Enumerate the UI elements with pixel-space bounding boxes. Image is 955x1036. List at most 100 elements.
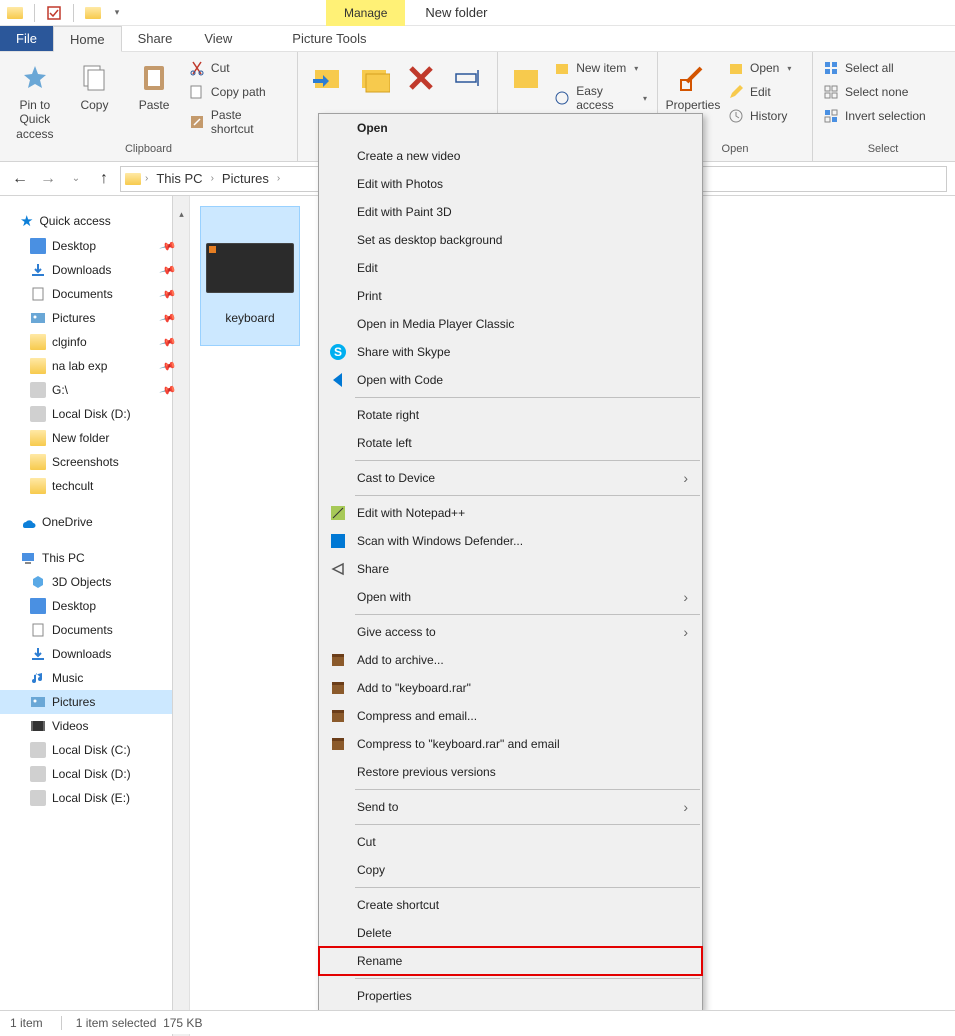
sidebar-item-desktop-pc[interactable]: Desktop (0, 594, 189, 618)
properties-qat-icon[interactable] (45, 4, 63, 22)
sidebar-item-pictures-qa[interactable]: Pictures📌 (0, 306, 189, 330)
qat-dropdown-icon[interactable]: ▾ (108, 4, 126, 22)
ctx-edit-photos[interactable]: Edit with Photos (319, 170, 702, 198)
sidebar-item-videos[interactable]: Videos (0, 714, 189, 738)
copy-button[interactable]: Copy (66, 56, 124, 112)
ctx-open-mpc[interactable]: Open in Media Player Classic (319, 310, 702, 338)
move-to-button[interactable] (304, 56, 349, 98)
sidebar-item-techcult[interactable]: techcult (0, 474, 189, 498)
delete-button[interactable] (399, 56, 444, 98)
scroll-up-icon[interactable]: ▴ (174, 210, 189, 219)
ctx-create-shortcut[interactable]: Create shortcut (319, 891, 702, 919)
ctx-cast[interactable]: Cast to Device› (319, 464, 702, 492)
properties-button[interactable]: Properties (664, 56, 722, 112)
sidebar-item-documents[interactable]: Documents📌 (0, 282, 189, 306)
cut-button[interactable]: Cut (185, 58, 291, 78)
sidebar-item-this-pc[interactable]: This PC (0, 546, 189, 570)
ctx-restore-versions[interactable]: Restore previous versions (319, 758, 702, 786)
sidebar-item-desktop[interactable]: Desktop📌 (0, 234, 189, 258)
ctx-compress-email[interactable]: Compress and email... (319, 702, 702, 730)
ctx-delete[interactable]: Delete (319, 919, 702, 947)
new-folder-button[interactable] (504, 56, 548, 98)
sidebar-item-music[interactable]: Music (0, 666, 189, 690)
sidebar-item-local-e[interactable]: Local Disk (E:) (0, 786, 189, 810)
ctx-rotate-right[interactable]: Rotate right (319, 401, 702, 429)
ctx-copy[interactable]: Copy (319, 856, 702, 884)
navigation-pane[interactable]: ▴ ★Quick access Desktop📌 Downloads📌 Docu… (0, 196, 190, 1036)
copy-path-button[interactable]: Copy path (185, 82, 291, 102)
sidebar-item-local-d-pc[interactable]: Local Disk (D:) (0, 762, 189, 786)
sidebar-item-clginfo[interactable]: clginfo📌 (0, 330, 189, 354)
ctx-add-rar[interactable]: Add to "keyboard.rar" (319, 674, 702, 702)
ctx-create-video[interactable]: Create a new video (319, 142, 702, 170)
edit-button[interactable]: Edit (724, 82, 795, 102)
tab-file[interactable]: File (0, 26, 53, 51)
sidebar-item-onedrive[interactable]: OneDrive (0, 510, 189, 534)
ctx-share[interactable]: Share (319, 555, 702, 583)
ctx-print[interactable]: Print (319, 282, 702, 310)
sidebar-item-downloads-pc[interactable]: Downloads (0, 642, 189, 666)
sidebar-item-new-folder[interactable]: New folder (0, 426, 189, 450)
ctx-share-skype[interactable]: SShare with Skype (319, 338, 702, 366)
crumb-pictures[interactable]: Pictures (218, 171, 273, 186)
back-button[interactable]: ← (8, 167, 32, 191)
select-all-button[interactable]: Select all (819, 58, 930, 78)
recent-dropdown-icon[interactable]: ⌄ (64, 167, 88, 191)
new-item-button[interactable]: New item▾ (550, 58, 651, 78)
open-button[interactable]: Open▾ (724, 58, 795, 78)
paste-button[interactable]: Paste (125, 56, 183, 112)
select-none-button[interactable]: Select none (819, 82, 930, 102)
chevron-right-icon[interactable]: › (275, 173, 282, 184)
tab-home[interactable]: Home (53, 26, 122, 52)
ctx-rotate-left[interactable]: Rotate left (319, 429, 702, 457)
crumb-this-pc[interactable]: This PC (152, 171, 206, 186)
ctx-set-desktop[interactable]: Set as desktop background (319, 226, 702, 254)
ctx-cut[interactable]: Cut (319, 828, 702, 856)
ctx-compress-rar-email[interactable]: Compress to "keyboard.rar" and email (319, 730, 702, 758)
paste-shortcut-button[interactable]: Paste shortcut (185, 106, 291, 138)
sidebar-item-na-lab[interactable]: na lab exp📌 (0, 354, 189, 378)
sidebar-item-3d-objects[interactable]: 3D Objects (0, 570, 189, 594)
sidebar-item-quick-access[interactable]: ★Quick access (0, 208, 189, 234)
scrollbar[interactable]: ▴ (172, 196, 189, 1036)
manage-context-tab[interactable]: Manage (326, 0, 405, 26)
ctx-edit[interactable]: Edit (319, 254, 702, 282)
sidebar-item-downloads[interactable]: Downloads📌 (0, 258, 189, 282)
pin-to-quick-access-button[interactable]: Pin to Quick access (6, 56, 64, 141)
forward-button[interactable]: → (36, 167, 60, 191)
chevron-right-icon[interactable]: › (209, 173, 216, 184)
chevron-right-icon[interactable]: › (143, 173, 150, 184)
ctx-properties[interactable]: Properties (319, 982, 702, 1010)
sidebar-item-pictures-pc[interactable]: Pictures (0, 690, 189, 714)
ctx-rename[interactable]: Rename (319, 947, 702, 975)
defender-icon (329, 532, 347, 550)
ctx-send-to[interactable]: Send to› (319, 793, 702, 821)
up-button[interactable]: ↑ (92, 167, 116, 191)
sidebar-item-screenshots[interactable]: Screenshots (0, 450, 189, 474)
history-button[interactable]: History (724, 106, 795, 126)
sidebar-item-g-drive[interactable]: G:\📌 (0, 378, 189, 402)
copy-to-button[interactable] (351, 56, 396, 98)
ctx-notepad[interactable]: Edit with Notepad++ (319, 499, 702, 527)
folder-icon[interactable] (6, 4, 24, 22)
tab-view[interactable]: View (188, 26, 248, 51)
easy-access-button[interactable]: Easy access▾ (550, 82, 651, 114)
ctx-open-with[interactable]: Open with› (319, 583, 702, 611)
tab-picture-tools[interactable]: Picture Tools (276, 26, 382, 51)
ctx-give-access[interactable]: Give access to› (319, 618, 702, 646)
sidebar-item-local-d-qa[interactable]: Local Disk (D:) (0, 402, 189, 426)
ctx-defender[interactable]: Scan with Windows Defender... (319, 527, 702, 555)
sidebar-item-documents-pc[interactable]: Documents (0, 618, 189, 642)
sidebar-item-local-c[interactable]: Local Disk (C:) (0, 738, 189, 762)
new-folder-qat-icon[interactable] (84, 4, 102, 22)
file-item-keyboard[interactable]: keyboard (200, 206, 300, 346)
ctx-open[interactable]: Open (319, 114, 702, 142)
ctx-add-archive[interactable]: Add to archive... (319, 646, 702, 674)
separator (34, 4, 35, 22)
ctx-open-code[interactable]: Open with Code (319, 366, 702, 394)
ctx-edit-paint3d[interactable]: Edit with Paint 3D (319, 198, 702, 226)
invert-selection-button[interactable]: Invert selection (819, 106, 930, 126)
separator (355, 460, 700, 461)
rename-button[interactable] (446, 56, 491, 98)
tab-share[interactable]: Share (122, 26, 189, 51)
